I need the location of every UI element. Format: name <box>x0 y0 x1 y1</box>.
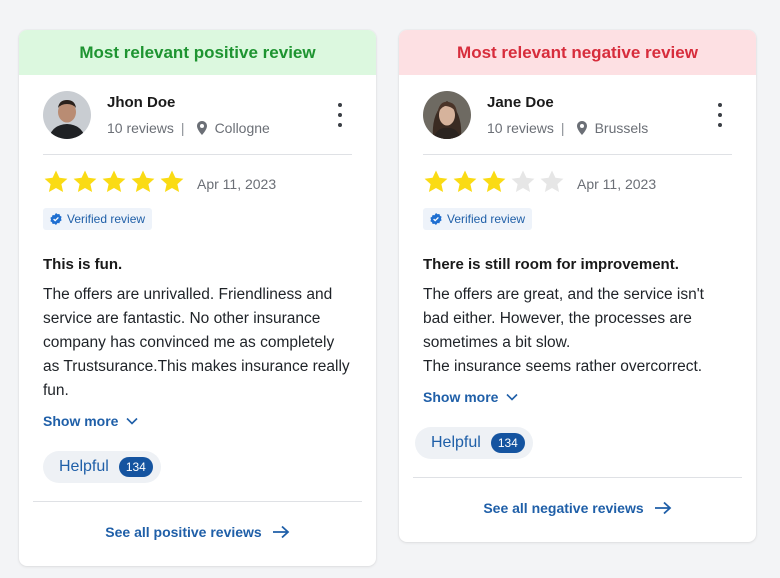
positive-review-banner: Most relevant positive review <box>19 30 376 75</box>
star-filled-icon <box>72 169 98 200</box>
location-pin-icon <box>196 120 207 135</box>
star-filled-icon <box>423 169 449 200</box>
reviewer-name: Jane Doe <box>487 93 554 111</box>
see-all-positive-link[interactable]: See all positive reviews <box>19 524 376 540</box>
review-title: There is still room for improvement. <box>423 256 679 273</box>
review-text: The offers are unrivalled. Friendliness … <box>43 286 350 399</box>
helpful-button[interactable]: Helpful 134 <box>43 451 161 483</box>
negative-review-banner: Most relevant negative review <box>399 30 756 75</box>
star-empty-icon <box>539 169 565 200</box>
verified-badge: Verified review <box>423 208 533 230</box>
location-pin-icon <box>576 120 587 135</box>
negative-review-card: Most relevant negative review Jane Doe 1… <box>399 30 756 542</box>
show-more-label: Show more <box>423 389 499 405</box>
positive-review-card: Most relevant positive review Jhon Doe 1… <box>19 30 376 566</box>
star-filled-icon <box>43 169 69 200</box>
star-filled-icon <box>130 169 156 200</box>
see-all-negative-link[interactable]: See all negative reviews <box>399 500 756 516</box>
star-rating <box>423 169 565 200</box>
star-filled-icon <box>481 169 507 200</box>
review-date: Apr 11, 2023 <box>577 176 657 192</box>
see-all-label: See all positive reviews <box>105 524 262 540</box>
reviewer-location: Brussels <box>594 119 649 136</box>
verified-badge: Verified review <box>43 208 153 230</box>
review-text-paragraph: The offers are great, and the service is… <box>423 286 704 351</box>
show-more-button[interactable]: Show more <box>423 389 519 405</box>
review-date: Apr 11, 2023 <box>197 176 277 192</box>
review-text-paragraph: The insurance seems rather overcorrect. <box>423 358 703 375</box>
chevron-down-icon <box>506 393 519 401</box>
star-rating <box>43 169 185 200</box>
verified-label: Verified review <box>447 212 526 226</box>
more-options-icon[interactable] <box>334 103 346 127</box>
show-more-button[interactable]: Show more <box>43 413 139 429</box>
verified-check-icon <box>430 213 442 225</box>
more-options-icon[interactable] <box>714 103 726 127</box>
show-more-label: Show more <box>43 413 119 429</box>
reviews-count: 10 reviews <box>487 119 554 136</box>
star-empty-icon <box>510 169 536 200</box>
see-all-label: See all negative reviews <box>483 500 644 516</box>
chevron-down-icon <box>126 417 139 425</box>
star-filled-icon <box>452 169 478 200</box>
divider <box>413 477 742 478</box>
reviews-count: 10 reviews <box>107 119 174 136</box>
avatar <box>43 90 91 139</box>
helpful-label: Helpful <box>431 434 481 451</box>
helpful-count-badge: 134 <box>118 457 153 477</box>
helpful-count-badge: 134 <box>490 433 525 453</box>
verified-check-icon <box>50 213 62 225</box>
review-title: This is fun. <box>43 256 123 273</box>
divider <box>33 501 362 502</box>
arrow-right-icon <box>272 525 290 539</box>
arrow-right-icon <box>654 501 671 515</box>
reviewer-header: Jane Doe 10 reviews | Brussels <box>423 75 732 155</box>
reviewer-location: Collogne <box>214 119 270 136</box>
separator: | <box>180 119 185 136</box>
reviewer-header: Jhon Doe 10 reviews | Collogne <box>43 75 352 155</box>
star-filled-icon <box>159 169 185 200</box>
helpful-label: Helpful <box>59 458 109 475</box>
review-text: The offers are great, and the service is… <box>423 283 732 379</box>
verified-label: Verified review <box>67 212 146 226</box>
helpful-button[interactable]: Helpful 134 <box>415 427 533 459</box>
star-filled-icon <box>101 169 127 200</box>
reviewer-name: Jhon Doe <box>107 93 176 111</box>
avatar <box>423 90 471 139</box>
separator: | <box>560 119 565 136</box>
